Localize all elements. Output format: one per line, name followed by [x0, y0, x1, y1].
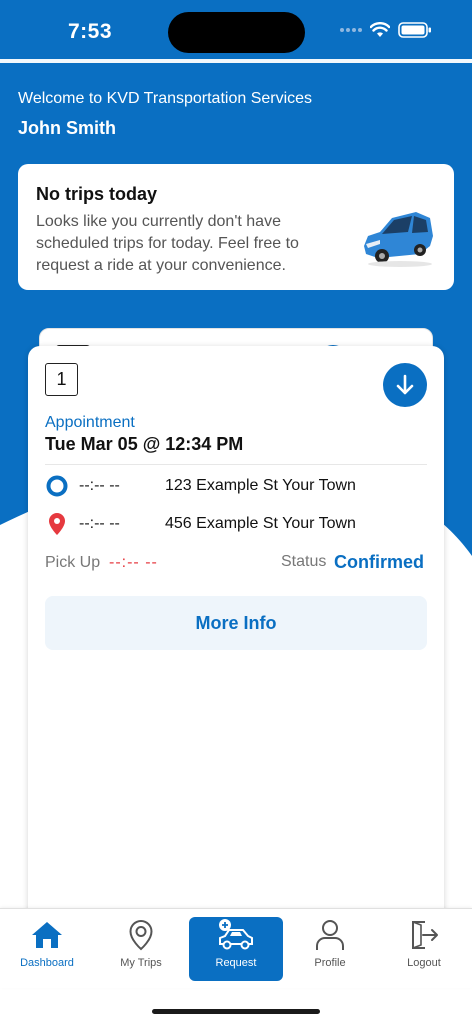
tab-dashboard-label: Dashboard [20, 957, 74, 969]
battery-icon [398, 22, 431, 38]
tab-dashboard[interactable]: Dashboard [0, 917, 94, 981]
origin-row: --:-- -- 123 Example St Your Town [45, 474, 427, 498]
pickup-label: Pick Up [45, 554, 101, 571]
appointment-label: Appointment [45, 414, 135, 431]
expand-button[interactable] [383, 363, 427, 407]
logout-icon [412, 921, 438, 949]
destination-address: 456 Example St Your Town [165, 515, 356, 532]
welcome-text: Welcome to KVD Transportation Services [18, 90, 313, 107]
arrow-down-icon [396, 374, 414, 395]
header-separator [0, 59, 472, 63]
user-name: John Smith [18, 118, 116, 138]
status-time: 7:53 [68, 20, 113, 43]
origin-time: --:-- -- [79, 477, 120, 494]
pickup-time: --:-- -- [109, 554, 158, 571]
tab-profile[interactable]: Profile [283, 917, 377, 981]
status-icons [340, 22, 432, 38]
location-pin-icon [49, 513, 65, 535]
more-info-button[interactable]: More Info [45, 596, 427, 650]
destination-row: --:-- -- 456 Example St Your Town [45, 512, 427, 536]
tab-bar: Dashboard My Trips Request Profile Logou… [0, 908, 472, 988]
trip-card: 1 Appointment Tue Mar 05 @ 12:34 PM --:-… [28, 346, 444, 926]
tab-request[interactable]: Request [189, 917, 283, 981]
no-trips-message: Looks like you currently don't have sche… [36, 213, 299, 274]
tab-request-label: Request [215, 957, 257, 969]
card-divider [45, 464, 427, 465]
destination-time: --:-- -- [79, 515, 120, 532]
no-trips-title: No trips today [36, 184, 158, 204]
signal-icon [340, 28, 362, 32]
tab-logout-label: Logout [407, 957, 441, 969]
origin-circle-icon [46, 475, 68, 497]
origin-address: 123 Example St Your Town [165, 477, 356, 494]
home-icon [32, 922, 62, 948]
appointment-datetime: Tue Mar 05 @ 12:34 PM [45, 434, 244, 454]
trip-number: 1 [45, 363, 78, 396]
person-icon [316, 920, 344, 950]
status-bar: 7:53 [0, 0, 472, 60]
tab-my-trips[interactable]: My Trips [94, 917, 188, 981]
map-pin-icon [129, 919, 153, 951]
tab-my-trips-label: My Trips [120, 957, 162, 969]
home-indicator [152, 1009, 320, 1014]
tab-profile-label: Profile [314, 957, 346, 969]
wifi-icon [370, 22, 390, 37]
tab-logout[interactable]: Logout [377, 917, 471, 981]
car-illustration-icon [364, 212, 433, 267]
car-plus-icon [219, 919, 253, 950]
no-trips-card: No trips today Looks like you currently … [18, 164, 454, 290]
dynamic-island [168, 12, 305, 53]
status-label: Status [281, 553, 327, 570]
status-value: Confirmed [334, 552, 424, 572]
